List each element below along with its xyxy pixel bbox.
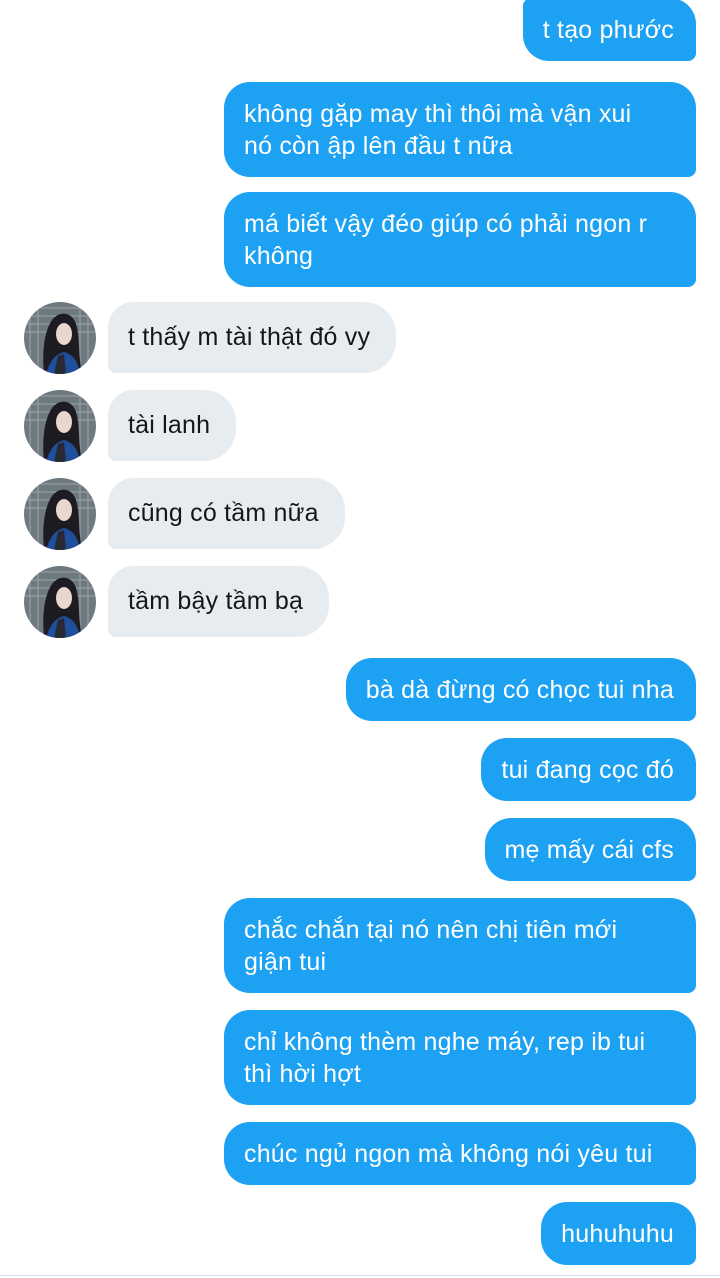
- received-message[interactable]: tầm bậy tầm bạ: [108, 566, 330, 637]
- sent-message[interactable]: không gặp may thì thôi mà vận xui nó còn…: [224, 82, 696, 177]
- received-message[interactable]: t thấy m tài thật đó vy: [108, 302, 397, 373]
- contact-avatar-icon[interactable]: [24, 390, 96, 462]
- sent-message[interactable]: mẹ mấy cái cfs: [484, 818, 696, 881]
- sent-message[interactable]: má biết vậy đéo giúp có phải ngon r khôn…: [224, 192, 696, 287]
- sent-message[interactable]: t tạo phước: [522, 0, 696, 61]
- received-message[interactable]: tài lanh: [108, 390, 237, 461]
- received-message[interactable]: cũng có tầm nữa: [108, 478, 345, 549]
- sent-message[interactable]: chắc chắn tại nó nên chị tiên mới giận t…: [224, 898, 696, 993]
- contact-avatar-icon[interactable]: [24, 302, 96, 374]
- divider: [0, 1275, 720, 1276]
- sent-message[interactable]: chỉ không thèm nghe máy, rep ib tui thì …: [224, 1010, 696, 1105]
- conversation-thread: t tạo phước không gặp may thì thôi mà vậ…: [0, 0, 720, 1278]
- sent-message[interactable]: bà dà đừng có chọc tui nha: [345, 658, 696, 721]
- contact-avatar-icon[interactable]: [24, 566, 96, 638]
- sent-message[interactable]: chúc ngủ ngon mà không nói yêu tui: [224, 1122, 696, 1185]
- sent-message[interactable]: tui đang cọc đó: [481, 738, 696, 801]
- sent-message[interactable]: huhuhuhu: [541, 1202, 696, 1265]
- contact-avatar-icon[interactable]: [24, 478, 96, 550]
